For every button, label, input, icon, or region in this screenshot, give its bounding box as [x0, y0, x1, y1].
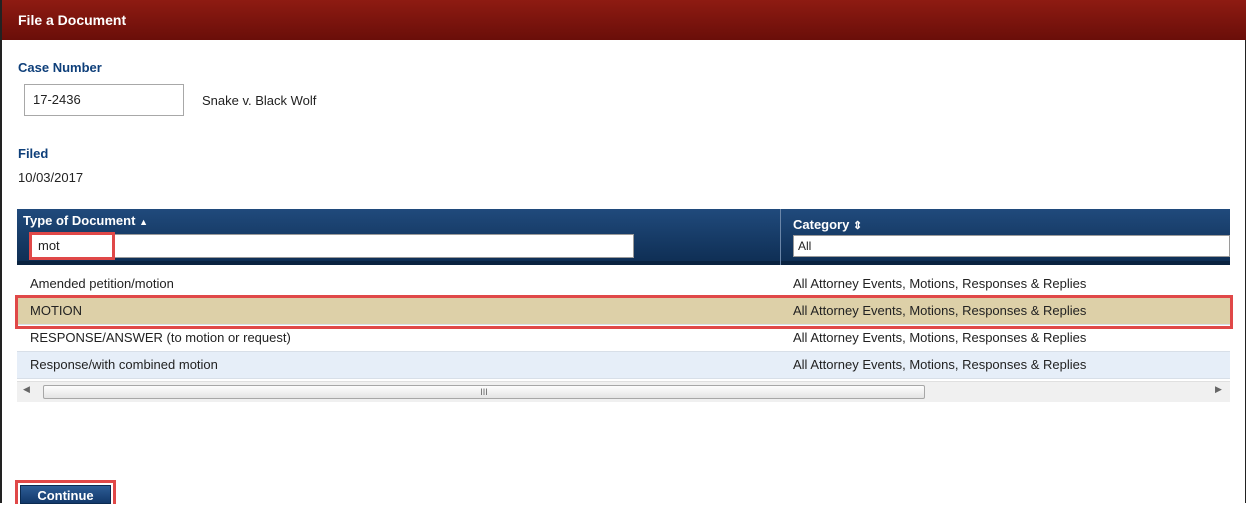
column-type-label[interactable]: Type of Document — [23, 213, 135, 228]
cell-type: Amended petition/motion — [30, 276, 174, 291]
horizontal-scrollbar[interactable]: ◀ III ▶ — [17, 381, 1230, 402]
grip-icon: III — [480, 387, 488, 397]
table-row[interactable]: Amended petition/motion All Attorney Eve… — [17, 271, 1230, 298]
case-caption: Snake v. Black Wolf — [202, 93, 317, 108]
table-row[interactable]: RESPONSE/ANSWER (to motion or request) A… — [17, 325, 1230, 352]
sort-ascending-icon[interactable]: ▲ — [139, 217, 148, 227]
case-number-input[interactable]: 17-2436 — [24, 84, 184, 116]
filed-date: 10/03/2017 — [18, 170, 84, 185]
grid-header: Type of Document ▲ mot Category ⇕ All — [17, 209, 1230, 265]
category-filter-select[interactable]: All — [793, 235, 1230, 257]
type-filter-input[interactable]: mot — [29, 234, 634, 258]
column-category[interactable]: Category ⇕ All — [781, 209, 1230, 265]
sort-icon[interactable]: ⇕ — [853, 220, 862, 232]
filed-label: Filed — [18, 146, 49, 161]
scroll-left-icon[interactable]: ◀ — [23, 384, 30, 395]
scrollbar-thumb[interactable]: III — [43, 385, 925, 399]
filter-highlight-box — [29, 232, 115, 260]
column-type-of-document[interactable]: Type of Document ▲ mot — [17, 209, 781, 265]
continue-highlight-box — [15, 480, 116, 504]
case-number-label: Case Number — [18, 60, 102, 75]
column-category-label[interactable]: Category — [793, 217, 849, 232]
scroll-right-icon[interactable]: ▶ — [1215, 384, 1222, 395]
panel-title: File a Document — [2, 0, 1246, 40]
cell-type: Response/with combined motion — [30, 357, 218, 372]
cell-category: All Attorney Events, Motions, Responses … — [793, 357, 1087, 372]
cell-category: All Attorney Events, Motions, Responses … — [793, 276, 1087, 291]
table-row[interactable]: Response/with combined motion All Attorn… — [17, 352, 1230, 379]
row-highlight-box — [15, 295, 1233, 329]
